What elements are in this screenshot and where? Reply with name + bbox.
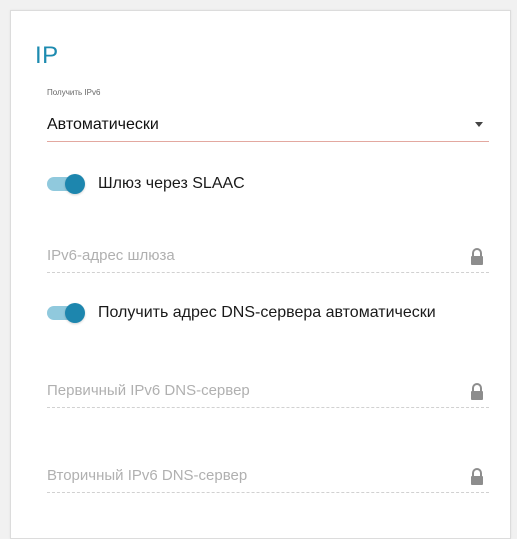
ip-settings-page: IP Получить IPv6 Автоматически Шлюз чере… [0, 0, 517, 539]
lock-icon [471, 248, 483, 265]
secondary-ipv6-dns-placeholder: Вторичный IPv6 DNS-сервер [47, 467, 248, 484]
lock-icon [471, 468, 483, 485]
dns-auto-toggle-row[interactable]: Получить адрес DNS-сервера автоматически [47, 299, 489, 327]
secondary-ipv6-dns-field[interactable]: Вторичный IPv6 DNS-сервер [47, 459, 489, 493]
ipv6-mode-select[interactable]: Автоматически [47, 108, 489, 142]
ipv6-gateway-placeholder: IPv6-адрес шлюза [47, 247, 175, 264]
primary-ipv6-dns-field[interactable]: Первичный IPv6 DNS-сервер [47, 374, 489, 408]
slaac-gateway-toggle-row[interactable]: Шлюз через SLAAC [47, 170, 489, 198]
section-title: IP [35, 42, 59, 69]
primary-ipv6-dns-placeholder: Первичный IPv6 DNS-сервер [47, 382, 250, 399]
slaac-toggle-knob [65, 174, 85, 194]
chevron-down-icon[interactable] [475, 122, 483, 127]
dns-toggle-knob [65, 303, 85, 323]
dns-auto-label: Получить адрес DNS-сервера автоматически [98, 304, 436, 321]
slaac-gateway-toggle[interactable] [47, 174, 85, 194]
ipv6-mode-value: Автоматически [47, 116, 159, 133]
slaac-gateway-label: Шлюз через SLAAC [98, 175, 245, 192]
ipv6-mode-label: Получить IPv6 [47, 88, 101, 97]
lock-icon [471, 383, 483, 400]
dns-auto-toggle[interactable] [47, 303, 85, 323]
ipv6-gateway-field[interactable]: IPv6-адрес шлюза [47, 239, 489, 273]
